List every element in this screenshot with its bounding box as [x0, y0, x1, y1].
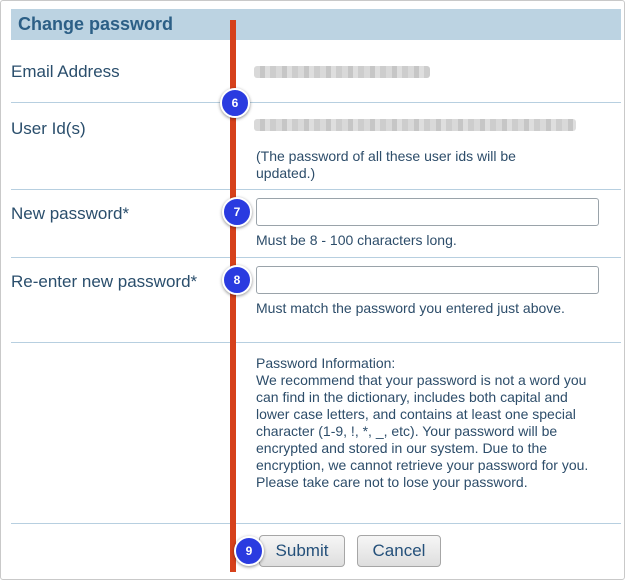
new-password-hint: Must be 8 - 100 characters long. — [256, 232, 457, 248]
userid-row: User Id(s) (The password of all these us… — [11, 102, 621, 190]
reenter-password-row: Re-enter new password* Must match the pa… — [11, 257, 621, 343]
reenter-password-label: Re-enter new password* — [11, 272, 198, 291]
new-password-input[interactable] — [256, 198, 599, 226]
panel-header: Change password — [11, 9, 621, 40]
password-info-text: Password Information: We recommend that … — [256, 355, 589, 490]
email-row: Email Address — [11, 40, 621, 103]
step-badge-7: 7 — [222, 197, 252, 227]
email-value-redacted — [254, 66, 430, 78]
reenter-password-input[interactable] — [256, 266, 599, 294]
new-password-row: New password* Must be 8 - 100 characters… — [11, 189, 621, 258]
step-badge-8: 8 — [222, 265, 252, 295]
userid-label: User Id(s) — [11, 119, 86, 138]
userid-note: (The password of all these user ids will… — [256, 148, 516, 181]
email-label: Email Address — [11, 62, 120, 81]
step-badge-9: 9 — [234, 536, 264, 566]
panel-title: Change password — [18, 14, 174, 34]
reenter-password-hint: Must match the password you entered just… — [256, 300, 565, 316]
password-info-row: Password Information: We recommend that … — [11, 342, 621, 524]
submit-button[interactable]: Submit — [259, 535, 345, 567]
userid-value-redacted — [254, 119, 576, 131]
change-password-panel: Change password Email Address User Id(s)… — [0, 0, 625, 580]
step-badge-6: 6 — [220, 88, 250, 118]
cancel-button[interactable]: Cancel — [357, 535, 441, 567]
new-password-label: New password* — [11, 204, 130, 223]
